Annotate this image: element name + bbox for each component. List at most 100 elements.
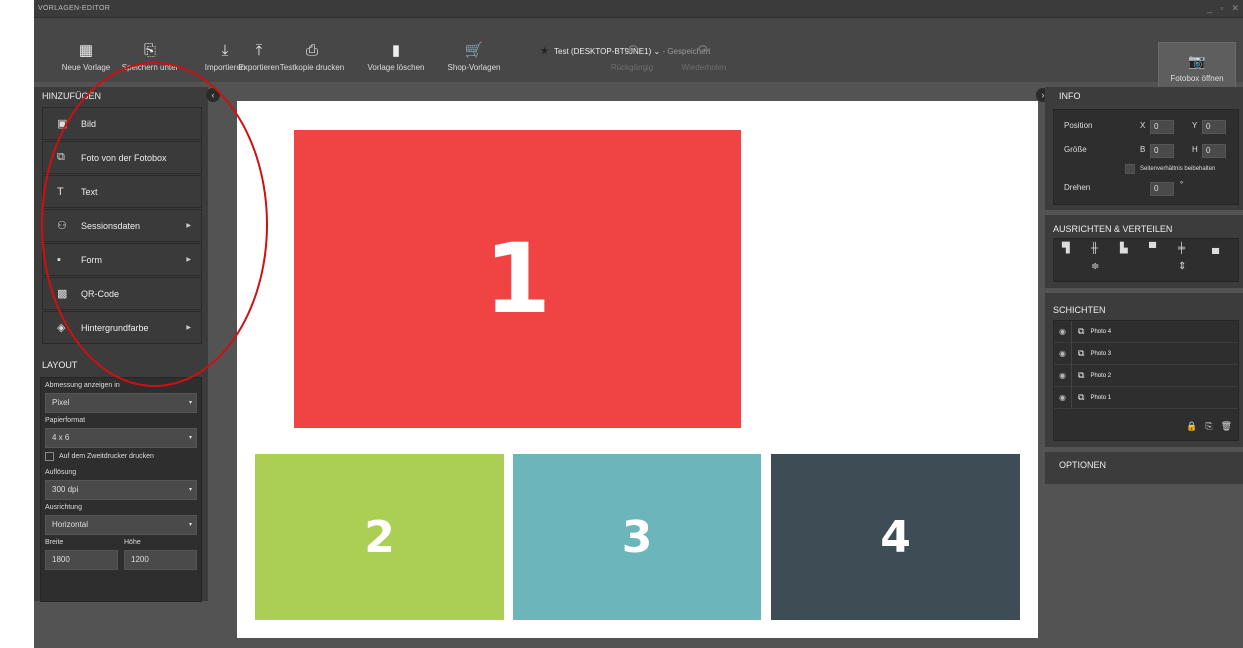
layer-row[interactable]: ◉ ⧉ Photo 4 [1054, 320, 1238, 343]
placeholder-number: 2 [364, 511, 395, 563]
paint-bucket-icon: ◈ [57, 322, 66, 334]
minimize-button[interactable]: _ [1207, 3, 1212, 14]
x-input[interactable]: 0 [1150, 120, 1174, 134]
add-item-text[interactable]: T Text [42, 175, 202, 208]
rotate-input[interactable]: 0 [1150, 182, 1174, 196]
export-icon: ⤒ [255, 42, 263, 59]
toolbar-button-label: Speichern unter [121, 63, 179, 72]
save-as-button[interactable]: ⎘ Speichern unter [122, 42, 178, 72]
add-item-foto-von-der-fotobox[interactable]: ⧉ Foto von der Fotobox [42, 141, 202, 174]
qr-code-icon: ▩ [57, 288, 68, 300]
add-item-sessionsdaten[interactable]: ⚇ Sessionsdaten ▶ [42, 209, 202, 242]
height-info-input[interactable]: 0 [1202, 144, 1226, 158]
add-item-label: Bild [81, 118, 97, 129]
eye-icon[interactable]: ◉ [1054, 386, 1072, 409]
trash-button[interactable]: ▮ Vorlage löschen [368, 42, 425, 72]
layer-name: Photo 1 [1090, 394, 1112, 401]
duplicate-icon[interactable]: ⎘ [1205, 421, 1212, 432]
lock-icon[interactable]: 🔒 [1186, 421, 1197, 432]
align-top-icon[interactable]: ▀ [1149, 243, 1156, 254]
chevron-down-icon: ▾ [188, 487, 192, 493]
redo-icon: ↷ [697, 42, 711, 59]
right-panel: INFO Position X 0 Y 0 Größe B 0 H 0 Seit… [1045, 87, 1243, 484]
align-panel-header: AUSRICHTEN & VERTEILEN [1053, 224, 1173, 234]
redo-button[interactable]: ↷ Wiederholen [682, 42, 727, 72]
photos-icon: ⧉ [1078, 370, 1085, 380]
add-item-qr-code[interactable]: ▩ QR-Code [42, 277, 202, 310]
delete-icon[interactable]: 🗑 [1221, 421, 1232, 432]
add-item-form[interactable]: ▪ Form ▶ [42, 243, 202, 276]
printer-button[interactable]: ⎙ Testkopie drucken [280, 42, 344, 72]
add-item-label: Form [81, 254, 102, 265]
close-button[interactable]: ✕ [1231, 3, 1239, 14]
eye-icon[interactable]: ◉ [1054, 364, 1072, 387]
eye-icon[interactable]: ◉ [1054, 320, 1072, 343]
image-icon: ▣ [57, 118, 68, 130]
orientation-value: Horizontal [52, 520, 89, 529]
align-bottom-icon[interactable]: ▄ [1212, 243, 1219, 254]
align-box: ▜ ╫ ▙ ▀ ╪ ▄ ≑ ⇕ [1053, 238, 1239, 282]
layer-row[interactable]: ◉ ⧉ Photo 3 [1054, 342, 1238, 365]
maximize-button[interactable]: ▫ [1220, 3, 1223, 14]
layer-row[interactable]: ◉ ⧉ Photo 2 [1054, 364, 1238, 387]
camera-icon: 📷 [1188, 53, 1206, 69]
cart-button[interactable]: 🛒 Shop-Vorlagen [448, 42, 501, 72]
y-input[interactable]: 0 [1202, 120, 1226, 134]
keep-ratio-checkbox[interactable] [1125, 164, 1135, 174]
dimension-unit-select[interactable]: Pixel ▾ [45, 393, 197, 413]
title-bar: VORLAGEN-EDITOR _ ▫ ✕ [34, 0, 1243, 18]
shapes-icon: ▪ [57, 253, 61, 266]
info-box: Position X 0 Y 0 Größe B 0 H 0 Seitenver… [1053, 109, 1239, 205]
photo-placeholder-3[interactable]: 3 [513, 454, 761, 620]
distribute-horizontal-icon[interactable]: ⇕ [1178, 261, 1186, 272]
add-item-label: Hintergrundfarbe [81, 322, 149, 333]
dimension-unit-value: Pixel [52, 398, 70, 407]
cart-icon: 🛒 [464, 42, 484, 59]
add-panel-header: HINZUFÜGEN [42, 91, 101, 101]
chevron-down-icon: ▾ [188, 400, 192, 406]
add-item-hintergrundfarbe[interactable]: ◈ Hintergrundfarbe ▶ [42, 311, 202, 344]
align-center-vertical-icon[interactable]: ╪ [1178, 243, 1185, 254]
save-as-icon: ⎘ [143, 42, 157, 59]
second-printer-checkbox[interactable]: Auf dem Zweitdrucker drucken [45, 452, 197, 461]
width-input[interactable]: 1800 [45, 550, 118, 570]
session-data-icon: ⚇ [57, 220, 67, 232]
window-controls: _ ▫ ✕ [1207, 3, 1239, 14]
photo-placeholder-2[interactable]: 2 [255, 454, 504, 620]
chevron-down-icon: ▾ [188, 522, 192, 528]
layer-row[interactable]: ◉ ⧉ Photo 1 [1054, 386, 1238, 409]
open-fotobox-button[interactable]: 📷 Fotobox öffnen [1158, 42, 1236, 92]
checkbox-box[interactable] [45, 452, 54, 461]
options-panel-header[interactable]: OPTIONEN [1045, 456, 1106, 474]
height-input[interactable]: 1200 [124, 550, 197, 570]
resolution-label: Auflösung [45, 469, 77, 476]
new-template-button[interactable]: ▦ Neue Vorlage [62, 42, 110, 72]
toolbar-button-label: Wiederholen [681, 63, 727, 72]
add-item-label: Text [81, 186, 98, 197]
paper-format-select[interactable]: 4 x 6 ▾ [45, 428, 197, 448]
eye-icon[interactable]: ◉ [1054, 342, 1072, 365]
photo-placeholder-4[interactable]: 4 [771, 454, 1020, 620]
layers-panel-header: SCHICHTEN [1053, 305, 1106, 315]
undo-button[interactable]: ↶ Rückgängig [611, 42, 653, 72]
editor-window: VORLAGEN-EDITOR _ ▫ ✕ ★ Test (DESKTOP-BT… [34, 0, 1243, 648]
add-item-bild[interactable]: ▣ Bild [42, 107, 202, 140]
orientation-select[interactable]: Horizontal ▾ [45, 515, 197, 535]
dimension-unit-label: Abmessung anzeigen in [45, 382, 120, 389]
y-label: Y [1192, 121, 1198, 130]
width-field-group: Breite 1800 [45, 539, 118, 570]
width-info-input[interactable]: 0 [1150, 144, 1174, 158]
x-label: X [1140, 121, 1146, 130]
chevron-down-icon: ▾ [188, 435, 192, 441]
photo-placeholder-1[interactable]: 1 [294, 130, 741, 428]
template-canvas[interactable]: 1 2 3 4 [237, 101, 1038, 638]
collapse-left-panel-button[interactable]: ‹ [206, 88, 220, 102]
align-left-icon[interactable]: ▜ [1062, 243, 1070, 254]
export-button[interactable]: ⤒ Exportieren [239, 42, 280, 72]
window-title: VORLAGEN-EDITOR [38, 5, 111, 12]
layout-panel-header: LAYOUT [42, 360, 78, 370]
resolution-select[interactable]: 300 dpi ▾ [45, 480, 197, 500]
distribute-vertical-icon[interactable]: ≑ [1091, 261, 1099, 272]
align-center-horizontal-icon[interactable]: ╫ [1091, 243, 1098, 254]
align-right-icon[interactable]: ▙ [1120, 243, 1128, 254]
